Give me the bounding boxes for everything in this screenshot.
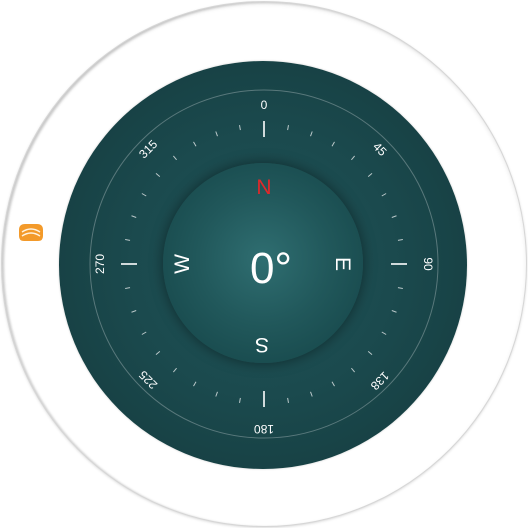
cardinal-east: E: [331, 257, 354, 271]
cardinal-south: S: [255, 333, 269, 356]
drawer-handle-icon: [19, 224, 43, 241]
cardinal-north: N: [256, 176, 271, 199]
cardinal-west: W: [171, 254, 194, 274]
heading-readout: 0°: [250, 244, 292, 293]
side-drawer-tab[interactable]: [18, 222, 44, 242]
compass-screen: 0 45 90 138 180 225 270 315 N E S W 0°: [0, 0, 528, 528]
compass-labels: N E S W 0°: [171, 176, 354, 356]
